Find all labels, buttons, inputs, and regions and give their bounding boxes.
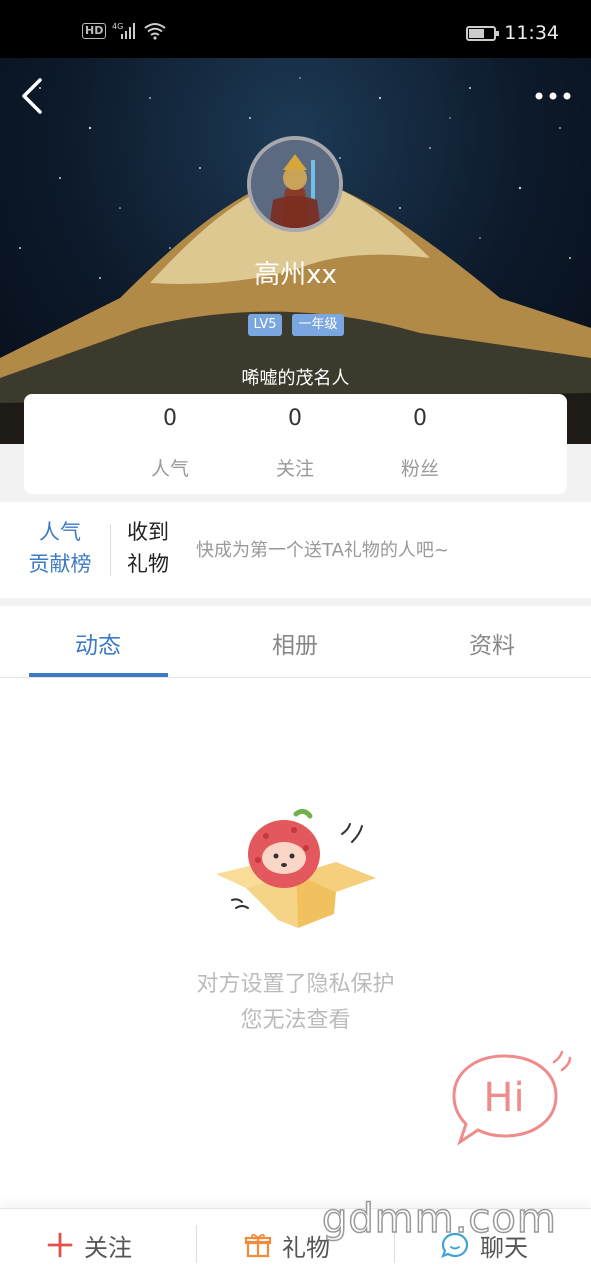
rank-line1: 人气: [39, 520, 81, 544]
tab-feed[interactable]: 动态: [28, 626, 168, 660]
stat-value: 0: [163, 406, 177, 431]
stat-value: 0: [288, 406, 302, 431]
clock: 11:34: [504, 22, 559, 44]
gift-icon: [244, 1233, 272, 1258]
stat-label: 粉丝: [400, 458, 439, 480]
signal-icon: 4G: [112, 22, 136, 39]
plus-icon: [47, 1232, 73, 1258]
divider: [110, 524, 111, 576]
gift-title-line1: 收到: [127, 520, 169, 544]
follow-button[interactable]: 关注: [46, 1209, 132, 1280]
username: 高州xx: [254, 260, 337, 290]
hd-indicator: HD: [82, 23, 107, 39]
section-separator: [0, 598, 591, 606]
say-hi-button[interactable]: Hi: [448, 1048, 572, 1148]
tab-album[interactable]: 相册: [225, 626, 365, 660]
divider: [196, 1225, 197, 1263]
gift-hint: 快成为第一个送TA礼物的人吧~: [196, 540, 449, 561]
received-gifts-title: 收到 礼物: [127, 516, 169, 580]
stat-following[interactable]: 0 关注: [250, 406, 340, 481]
svg-text:4G: 4G: [112, 22, 123, 31]
contribution-rank-link[interactable]: 人气 贡献榜: [22, 516, 98, 580]
stat-popularity[interactable]: 0 人气: [125, 406, 215, 481]
avatar[interactable]: [247, 136, 343, 232]
tab-bar: 动态 相册 资料: [0, 606, 591, 678]
battery-icon: [466, 25, 500, 41]
stats-card: 0 人气 0 关注 0 粉丝: [24, 394, 567, 494]
active-tab-indicator: [29, 673, 168, 677]
stat-value: 0: [413, 406, 427, 431]
tab-info[interactable]: 资料: [422, 626, 562, 660]
gift-button[interactable]: 礼物: [244, 1209, 330, 1280]
badge-row: LV5 一年级: [0, 314, 591, 336]
rank-line2: 贡献榜: [28, 552, 92, 576]
hi-label: Hi: [483, 1075, 524, 1121]
status-bar: HD 4G 11:34: [0, 0, 591, 58]
stat-label: 关注: [275, 458, 314, 480]
follow-label: 关注: [84, 1233, 132, 1262]
status-icons-right: 11:34: [466, 22, 559, 44]
watermark: gdmm.com: [321, 1195, 557, 1243]
profile-header: 高州xx LV5 一年级 唏嘘的茂名人: [0, 58, 591, 444]
back-arrow-icon[interactable]: [16, 76, 52, 116]
stat-label: 人气: [150, 458, 189, 480]
gift-section: 人气 贡献榜 收到 礼物 快成为第一个送TA礼物的人吧~: [0, 502, 591, 598]
grade-badge: 一年级: [292, 314, 344, 336]
gift-title-line2: 礼物: [127, 552, 169, 576]
empty-state-line2: 您无法查看: [240, 1008, 351, 1033]
more-options-icon[interactable]: [533, 86, 573, 106]
signature: 唏嘘的茂名人: [241, 368, 350, 389]
avatar-image: [251, 140, 339, 228]
stat-fans[interactable]: 0 粉丝: [375, 406, 465, 481]
lychee-in-box-illustration: [216, 808, 376, 928]
wifi-icon: [144, 23, 166, 40]
status-icons-left: HD 4G: [82, 22, 166, 40]
empty-state-line1: 对方设置了隐私保护: [196, 972, 395, 997]
level-badge: LV5: [247, 314, 283, 336]
